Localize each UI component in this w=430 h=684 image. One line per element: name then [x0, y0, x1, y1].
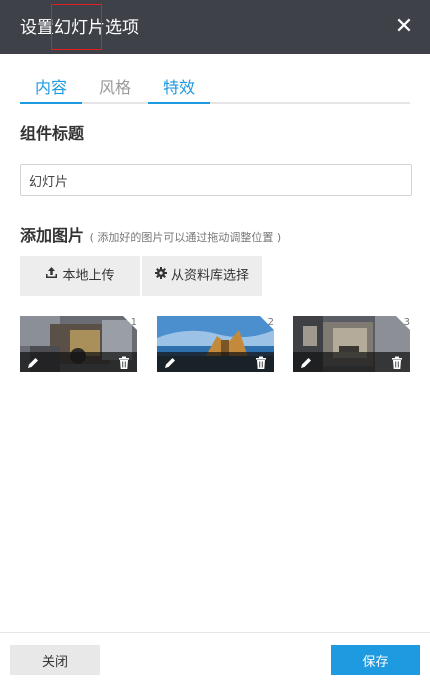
dialog-header: 设置幻灯片选项 ✕	[0, 0, 430, 54]
add-images-hint: ( 添加好的图片可以通过拖动调整位置 )	[89, 231, 282, 244]
image-index: 1	[130, 317, 137, 328]
gear-icon	[154, 256, 167, 296]
tab-content[interactable]: 内容	[20, 74, 82, 104]
dialog-footer: 关闭 保存	[0, 632, 430, 684]
tab-effects[interactable]: 特效	[148, 74, 210, 104]
image-thumbnail[interactable]: 3	[293, 316, 410, 372]
image-index: 3	[403, 317, 410, 328]
image-thumbnail[interactable]: 1	[20, 316, 137, 372]
tab-underline	[148, 102, 210, 104]
add-images-label: 添加图片	[20, 226, 85, 245]
component-title-label: 组件标题	[20, 124, 85, 143]
upload-icon	[45, 256, 58, 296]
tab-underline	[20, 102, 82, 104]
trash-icon[interactable]	[118, 355, 130, 369]
library-button[interactable]: 从资料库选择	[142, 256, 262, 296]
add-images-heading: 添加图片 ( 添加好的图片可以通过拖动调整位置 )	[20, 222, 281, 246]
upload-label: 本地上传	[62, 268, 115, 284]
tab-label: 特效	[162, 78, 195, 97]
pencil-icon[interactable]	[163, 355, 177, 369]
tab-label: 内容	[34, 78, 67, 97]
highlight-box	[51, 4, 102, 50]
image-thumbnail[interactable]: 2	[157, 316, 274, 372]
tab-label: 风格	[98, 78, 131, 97]
trash-icon[interactable]	[255, 355, 267, 369]
close-icon[interactable]: ✕	[392, 14, 416, 40]
tab-bar: 内容 风格 特效	[20, 74, 410, 104]
pencil-icon[interactable]	[299, 355, 313, 369]
pencil-icon[interactable]	[26, 355, 40, 369]
trash-icon[interactable]	[391, 355, 403, 369]
image-index: 2	[267, 317, 274, 328]
upload-button[interactable]: 本地上传	[20, 256, 140, 296]
close-button[interactable]: 关闭	[10, 645, 100, 675]
component-title-input[interactable]	[20, 164, 412, 196]
tab-style[interactable]: 风格	[82, 74, 148, 104]
library-label: 从资料库选择	[170, 268, 249, 284]
save-button[interactable]: 保存	[331, 645, 420, 675]
